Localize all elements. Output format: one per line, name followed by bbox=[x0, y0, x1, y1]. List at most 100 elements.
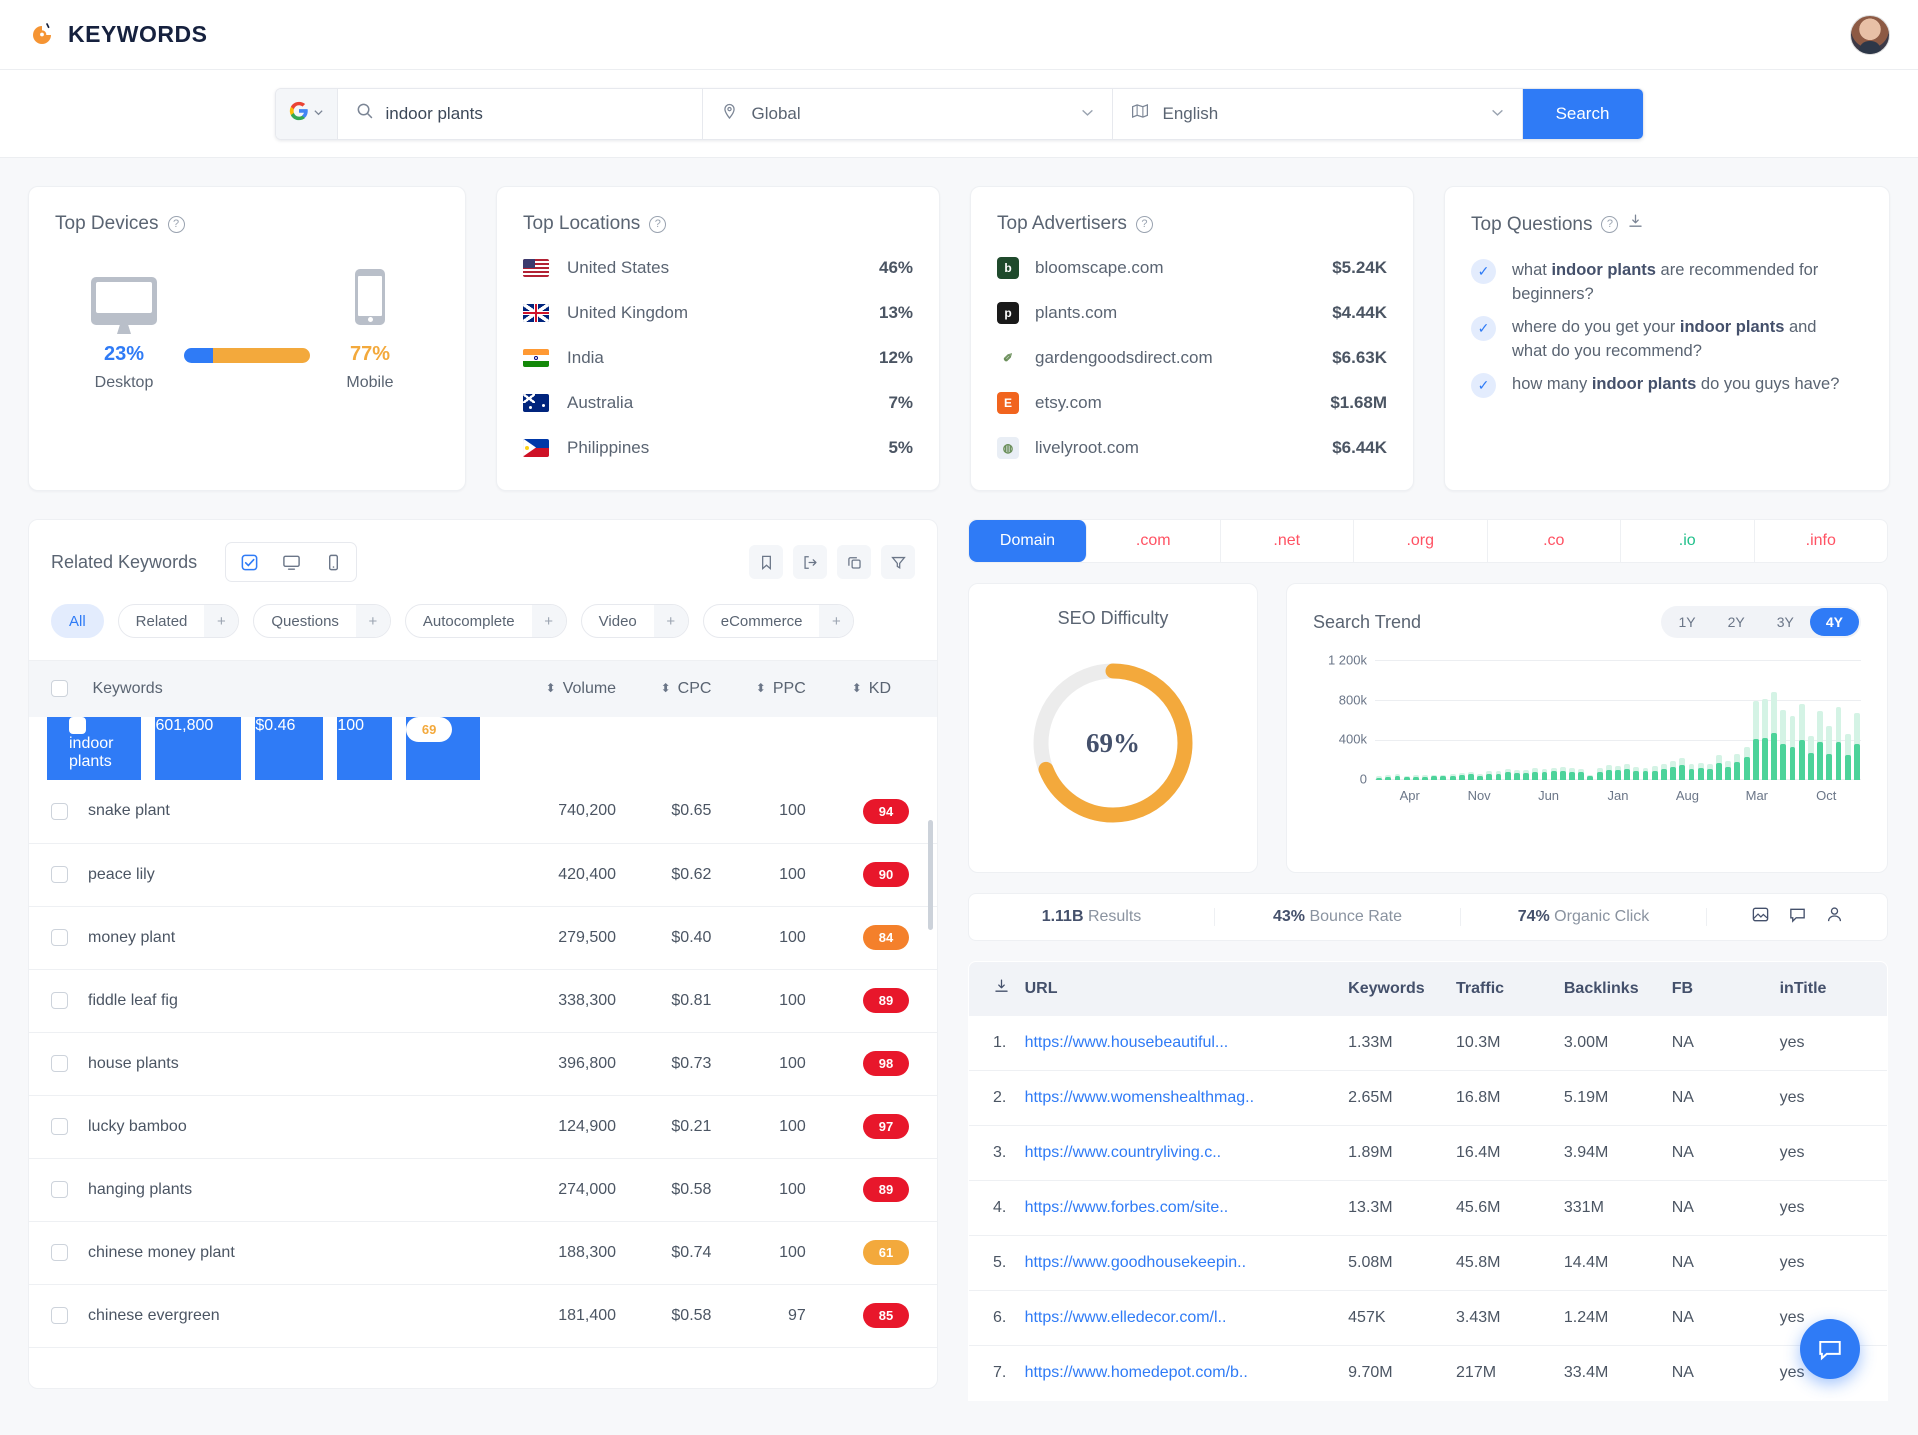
chip-autocomplete[interactable]: Autocomplete + bbox=[404, 604, 567, 638]
row-checkbox[interactable] bbox=[51, 1117, 68, 1135]
location-select[interactable]: Global bbox=[702, 88, 1113, 139]
col-url[interactable]: URL bbox=[1024, 962, 1349, 1016]
chip-questions[interactable]: Questions + bbox=[253, 604, 391, 638]
search-button[interactable]: Search bbox=[1522, 88, 1643, 139]
col-ppc[interactable]: ⬍ PPC bbox=[739, 661, 834, 717]
row-checkbox[interactable] bbox=[51, 1243, 68, 1261]
row-checkbox[interactable] bbox=[51, 991, 68, 1009]
table-row[interactable]: lucky bamboo 124,900 $0.21 100 97 bbox=[29, 1095, 937, 1159]
col-fb[interactable]: FB bbox=[1671, 962, 1780, 1016]
table-row[interactable]: peace lily 420,400 $0.62 100 90 bbox=[29, 843, 937, 907]
person-icon[interactable] bbox=[1825, 905, 1844, 929]
tab-dotco[interactable]: .co bbox=[1488, 520, 1621, 562]
table-row[interactable]: 6. https://www.elledecor.com/l.. 457K 3.43M… bbox=[969, 1290, 1887, 1346]
plus-icon[interactable]: + bbox=[355, 605, 390, 637]
url-link[interactable]: https://www.elledecor.com/l.. bbox=[1025, 1309, 1227, 1326]
range-4Y[interactable]: 4Y bbox=[1809, 608, 1859, 636]
plus-icon[interactable]: + bbox=[531, 605, 566, 637]
col-intitle[interactable]: inTitle bbox=[1779, 962, 1887, 1016]
tab-dotorg[interactable]: .org bbox=[1354, 520, 1488, 562]
brand-logo[interactable]: KEYWORDS bbox=[28, 21, 207, 49]
table-row[interactable]: house plants 396,800 $0.73 100 98 bbox=[29, 1032, 937, 1096]
avatar[interactable] bbox=[1850, 14, 1890, 55]
comment-icon[interactable] bbox=[1788, 905, 1807, 929]
advertiser-domain[interactable]: gardengoodsdirect.com bbox=[1035, 348, 1213, 368]
table-row[interactable]: money plant 279,500 $0.40 100 84 bbox=[29, 906, 937, 970]
help-icon[interactable]: ? bbox=[167, 215, 185, 233]
col-kd[interactable]: ⬍ KD bbox=[833, 661, 937, 717]
question-row[interactable]: ✓ what indoor plants are recommended for … bbox=[1445, 250, 1889, 307]
table-row[interactable]: chinese money plant 188,300 $0.74 100 61 bbox=[29, 1221, 937, 1285]
chip-video[interactable]: Video + bbox=[580, 604, 689, 638]
range-1Y[interactable]: 1Y bbox=[1663, 608, 1712, 636]
help-icon[interactable]: ? bbox=[1135, 215, 1153, 233]
col-traffic[interactable]: Traffic bbox=[1456, 962, 1564, 1016]
table-row[interactable]: 3. https://www.countryliving.c.. 1.89M 16.4… bbox=[969, 1125, 1887, 1181]
cell-url[interactable]: https://www.womenshealthmag.. bbox=[1024, 1070, 1349, 1126]
tab-dotnet[interactable]: .net bbox=[1221, 520, 1354, 562]
chip-related[interactable]: Related + bbox=[117, 604, 240, 638]
language-select[interactable]: English bbox=[1112, 88, 1523, 139]
col-keywords[interactable]: Keywords bbox=[29, 661, 525, 717]
plus-icon[interactable]: + bbox=[204, 605, 239, 637]
question-row[interactable]: ✓ how many indoor plants do you guys have… bbox=[1445, 364, 1889, 398]
table-row[interactable]: 7. https://www.homedepot.com/b.. 9.70M 217M… bbox=[969, 1345, 1887, 1400]
copy-icon[interactable] bbox=[837, 545, 871, 579]
col-cpc[interactable]: ⬍ CPC bbox=[644, 661, 740, 717]
col-volume[interactable]: ⬍ Volume bbox=[525, 661, 645, 717]
table-scrollbar[interactable] bbox=[928, 820, 933, 930]
cell-url[interactable]: https://www.forbes.com/site.. bbox=[1024, 1180, 1349, 1236]
advertiser-domain[interactable]: etsy.com bbox=[1035, 393, 1102, 413]
cell-url[interactable]: https://www.housebeautiful... bbox=[1024, 1015, 1349, 1071]
row-checkbox[interactable] bbox=[51, 802, 68, 820]
url-link[interactable]: https://www.housebeautiful... bbox=[1025, 1034, 1229, 1051]
chat-button[interactable] bbox=[1800, 1319, 1860, 1379]
search-input[interactable] bbox=[385, 103, 684, 124]
question-row[interactable]: ✓ where do you get your indoor plants and… bbox=[1445, 307, 1889, 364]
tab-domain[interactable]: Domain bbox=[969, 520, 1087, 562]
url-link[interactable]: https://www.goodhousekeepin.. bbox=[1025, 1254, 1246, 1271]
table-row[interactable]: 4. https://www.forbes.com/site.. 13.3M 45.6… bbox=[969, 1180, 1887, 1236]
table-row[interactable]: 1. https://www.housebeautiful... 1.33M 10.3… bbox=[969, 1015, 1887, 1071]
check-square-icon[interactable] bbox=[236, 549, 262, 575]
select-all-checkbox[interactable] bbox=[51, 680, 68, 698]
cell-url[interactable]: https://www.goodhousekeepin.. bbox=[1024, 1235, 1349, 1291]
desktop-icon[interactable] bbox=[278, 549, 304, 575]
table-row[interactable]: chinese evergreen 181,400 $0.58 97 85 bbox=[29, 1284, 937, 1348]
filter-icon[interactable] bbox=[881, 545, 915, 579]
url-link[interactable]: https://www.homedepot.com/b.. bbox=[1025, 1364, 1248, 1381]
url-link[interactable]: https://www.forbes.com/site.. bbox=[1025, 1199, 1229, 1216]
range-2Y[interactable]: 2Y bbox=[1712, 608, 1761, 636]
cell-url[interactable]: https://www.elledecor.com/l.. bbox=[1024, 1290, 1349, 1346]
table-row[interactable]: 5. https://www.goodhousekeepin.. 5.08M 45.8… bbox=[969, 1235, 1887, 1291]
help-icon[interactable]: ? bbox=[1601, 216, 1619, 233]
advertiser-domain[interactable]: bloomscape.com bbox=[1035, 258, 1164, 278]
url-link[interactable]: https://www.countryliving.c.. bbox=[1025, 1144, 1222, 1161]
mobile-icon[interactable] bbox=[320, 549, 346, 575]
table-row[interactable]: indoor plants 601,800 $0.46 100 69 bbox=[29, 717, 481, 780]
row-checkbox[interactable] bbox=[51, 865, 68, 883]
table-row[interactable]: fiddle leaf fig 338,300 $0.81 100 89 bbox=[29, 969, 937, 1033]
col-url-keywords[interactable]: Keywords bbox=[1348, 962, 1457, 1016]
row-checkbox[interactable] bbox=[69, 717, 86, 735]
tab-dotcom[interactable]: .com bbox=[1087, 520, 1221, 562]
export-icon[interactable] bbox=[793, 545, 827, 579]
chip-ecommerce[interactable]: eCommerce + bbox=[702, 604, 855, 638]
keyword-field[interactable] bbox=[337, 88, 703, 139]
download-icon[interactable] bbox=[969, 962, 1025, 1016]
row-checkbox[interactable] bbox=[51, 1054, 68, 1072]
plus-icon[interactable]: + bbox=[653, 605, 688, 637]
table-row[interactable]: hanging plants 274,000 $0.58 100 89 bbox=[29, 1158, 937, 1222]
tab-dotinfo[interactable]: .info bbox=[1755, 520, 1888, 562]
table-row[interactable]: snake plant 740,200 $0.65 100 94 bbox=[29, 780, 937, 844]
row-checkbox[interactable] bbox=[51, 1306, 68, 1324]
download-icon[interactable] bbox=[1627, 213, 1644, 236]
bookmark-icon[interactable] bbox=[749, 545, 783, 579]
row-checkbox[interactable] bbox=[51, 1180, 68, 1198]
help-icon[interactable]: ? bbox=[649, 215, 667, 233]
col-backlinks[interactable]: Backlinks bbox=[1563, 962, 1672, 1016]
plus-icon[interactable]: + bbox=[819, 605, 854, 637]
image-icon[interactable] bbox=[1751, 905, 1770, 929]
range-3Y[interactable]: 3Y bbox=[1761, 608, 1810, 636]
engine-selector[interactable] bbox=[275, 88, 338, 139]
